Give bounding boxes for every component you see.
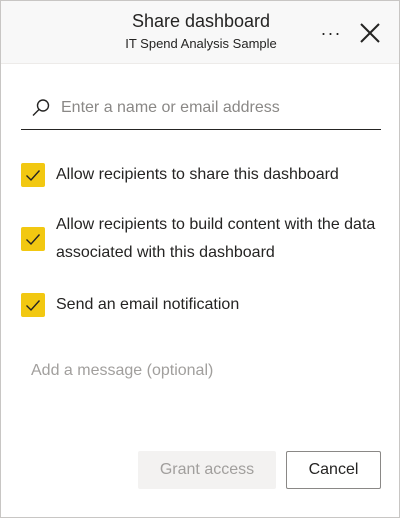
email-notification-option[interactable]: Send an email notification <box>21 291 381 319</box>
allow-share-option[interactable]: Allow recipients to share this dashboard <box>21 161 381 189</box>
share-dashboard-dialog: Share dashboard IT Spend Analysis Sample… <box>0 0 400 518</box>
checkmark-icon <box>26 234 41 246</box>
email-notification-label: Send an email notification <box>56 296 240 313</box>
checkmark-icon <box>26 170 41 182</box>
email-notification-checkbox[interactable] <box>21 293 45 317</box>
grant-access-button[interactable]: Grant access <box>138 451 276 489</box>
dialog-header: Share dashboard IT Spend Analysis Sample… <box>1 1 399 64</box>
allow-share-label: Allow recipients to share this dashboard <box>56 166 339 183</box>
allow-build-checkbox[interactable] <box>21 227 45 251</box>
cancel-button[interactable]: Cancel <box>286 451 381 489</box>
more-options-button[interactable]: ··· <box>317 21 345 45</box>
allow-build-label: Allow recipients to build content with t… <box>56 216 376 261</box>
close-icon <box>360 23 380 43</box>
search-icon <box>32 99 50 116</box>
more-options-icon: ··· <box>320 22 342 43</box>
checkmark-icon <box>26 300 41 312</box>
recipient-search-input[interactable] <box>61 95 371 121</box>
allow-build-option[interactable]: Allow recipients to build content with t… <box>21 211 381 267</box>
close-button[interactable] <box>357 20 383 46</box>
allow-share-checkbox[interactable] <box>21 163 45 187</box>
message-input[interactable] <box>31 357 371 385</box>
recipient-search-field[interactable] <box>21 91 381 130</box>
